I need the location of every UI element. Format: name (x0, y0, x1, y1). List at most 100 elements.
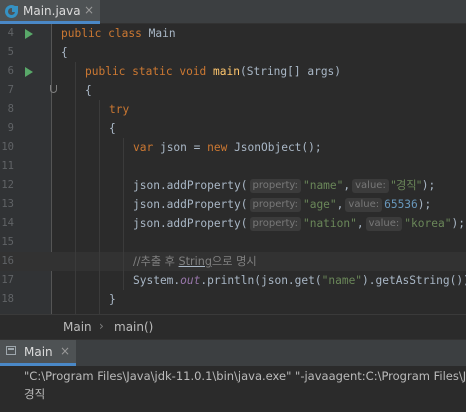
code-fragment: ); (417, 198, 432, 211)
keyword: public (61, 27, 102, 40)
line-number: 4 (7, 27, 14, 39)
code-line: 14 json.addProperty(property: "nation", va… (0, 214, 466, 233)
editor-tab-bar: Main.java × (0, 0, 466, 24)
code-fragment: json.addProperty( (133, 179, 248, 192)
line-number: 7 (7, 84, 14, 96)
string-literal: "경직" (390, 179, 422, 192)
code-text: public class Main (61, 24, 176, 43)
method-name: main (213, 65, 240, 78)
keyword: static (132, 65, 173, 78)
indent-guide (75, 62, 76, 314)
code-fragment: json.addProperty( (133, 217, 248, 230)
line-number: 11 (1, 160, 14, 172)
string-literal: "age" (302, 198, 337, 211)
code-fragment: json = (153, 141, 208, 154)
line-number: 6 (7, 65, 14, 77)
field-name: out (180, 274, 201, 287)
line-number: 8 (7, 103, 14, 115)
keyword: new (207, 141, 228, 154)
breadcrumb-method[interactable]: main() (114, 320, 153, 334)
line-number: 16 (1, 255, 14, 267)
line-number: 18 (1, 293, 14, 305)
breadcrumb: Main › main() (0, 314, 466, 339)
code-text: json.addProperty(property: "name", value: "… (133, 176, 435, 195)
code-fragment: System. (133, 274, 181, 287)
code-text: var json = new JsonObject(); (133, 138, 322, 157)
run-main-icon[interactable] (25, 67, 33, 77)
code-line: 7 { (0, 81, 466, 100)
code-line: 12 json.addProperty(property: "name", valu… (0, 176, 466, 195)
run-tool-window-header: Main × (0, 339, 466, 366)
param-hint: property: (249, 217, 301, 231)
code-fragment: JsonObject(); (227, 141, 322, 154)
line-number: 5 (7, 46, 14, 58)
ide-window: Main.java × 4 public class Main 5 { 6 pu… (0, 0, 466, 412)
line-number: 10 (1, 141, 14, 153)
line-number: 9 (7, 122, 14, 134)
close-run-tab-icon[interactable]: × (60, 344, 70, 358)
editor-tab-label: Main.java (23, 4, 81, 18)
code-text: { (109, 122, 116, 135)
code-text: { (85, 84, 92, 97)
fold-icon[interactable] (50, 85, 57, 93)
close-tab-icon[interactable]: × (84, 3, 94, 17)
code-fragment: ).getAsString()); (362, 274, 466, 287)
line-number: 15 (1, 236, 14, 248)
keyword: void (179, 65, 207, 78)
code-fragment: , (356, 217, 364, 230)
keyword: try (109, 103, 130, 116)
code-line: 11 (0, 157, 466, 176)
breadcrumb-class[interactable]: Main (63, 320, 92, 334)
keyword: public (85, 65, 126, 78)
run-class-icon[interactable] (25, 29, 33, 39)
param-hint: value: (345, 198, 383, 212)
code-fragment: .println(json.get( (200, 274, 322, 287)
code-line-current: 16 //추출 후 String으로 명시 (0, 252, 466, 271)
chevron-right-icon: › (99, 319, 104, 333)
code-text: { (61, 46, 68, 59)
params: (String[] args) (240, 65, 342, 78)
code-text: public static void main(String[] args) (85, 62, 341, 81)
run-console[interactable]: "C:\Program Files\Java\jdk-11.0.1\bin\ja… (0, 366, 466, 412)
indent-guide (123, 138, 124, 290)
param-hint: value: (352, 179, 389, 193)
comment-fragment: 으로 명시 (211, 255, 257, 268)
param-hint: property: (249, 198, 301, 212)
code-line: 9 { (0, 119, 466, 138)
code-line: 4 public class Main (0, 24, 466, 43)
run-tab-main[interactable]: Main × (0, 340, 76, 366)
editor-tab-main-java[interactable]: Main.java × (0, 0, 100, 24)
line-number: 13 (1, 198, 14, 210)
code-text: json.addProperty(property: "nation", value… (133, 214, 465, 233)
code-line: 17 System.out.println(json.get("name").g… (0, 271, 466, 290)
code-line: 5 { (0, 43, 466, 62)
line-number: 14 (1, 217, 14, 229)
code-text: json.addProperty(property: "age", value: 65… (133, 195, 431, 214)
code-line: 10 var json = new JsonObject(); (0, 138, 466, 157)
code-line: 8 try (0, 100, 466, 119)
keyword: var (133, 141, 154, 154)
code-line: 13 json.addProperty(property: "age", value… (0, 195, 466, 214)
comment-fragment: //추출 후 (133, 255, 179, 268)
code-line: 15 (0, 233, 466, 252)
param-hint: value: (365, 217, 403, 231)
console-output-line: 경직 (24, 387, 46, 401)
string-literal: "korea" (404, 217, 452, 230)
code-fragment: , (343, 179, 351, 192)
console-command-line: "C:\Program Files\Java\jdk-11.0.1\bin\ja… (24, 369, 466, 383)
number-literal: 65536 (384, 198, 418, 211)
run-config-icon (6, 346, 16, 355)
code-line: 6 public static void main(String[] args) (0, 62, 466, 81)
java-class-icon (5, 5, 18, 18)
line-number: 12 (1, 179, 14, 191)
code-text: try (109, 100, 129, 119)
run-tab-label: Main (24, 345, 53, 359)
string-literal: "name" (321, 274, 363, 287)
param-hint: property: (249, 179, 301, 193)
string-literal: "nation" (302, 217, 357, 230)
code-fragment: , (336, 198, 344, 211)
indent-guide (99, 100, 100, 314)
code-fragment: json.addProperty( (133, 198, 248, 211)
class-name: Main (148, 27, 176, 40)
code-line: 18 } (0, 290, 466, 309)
